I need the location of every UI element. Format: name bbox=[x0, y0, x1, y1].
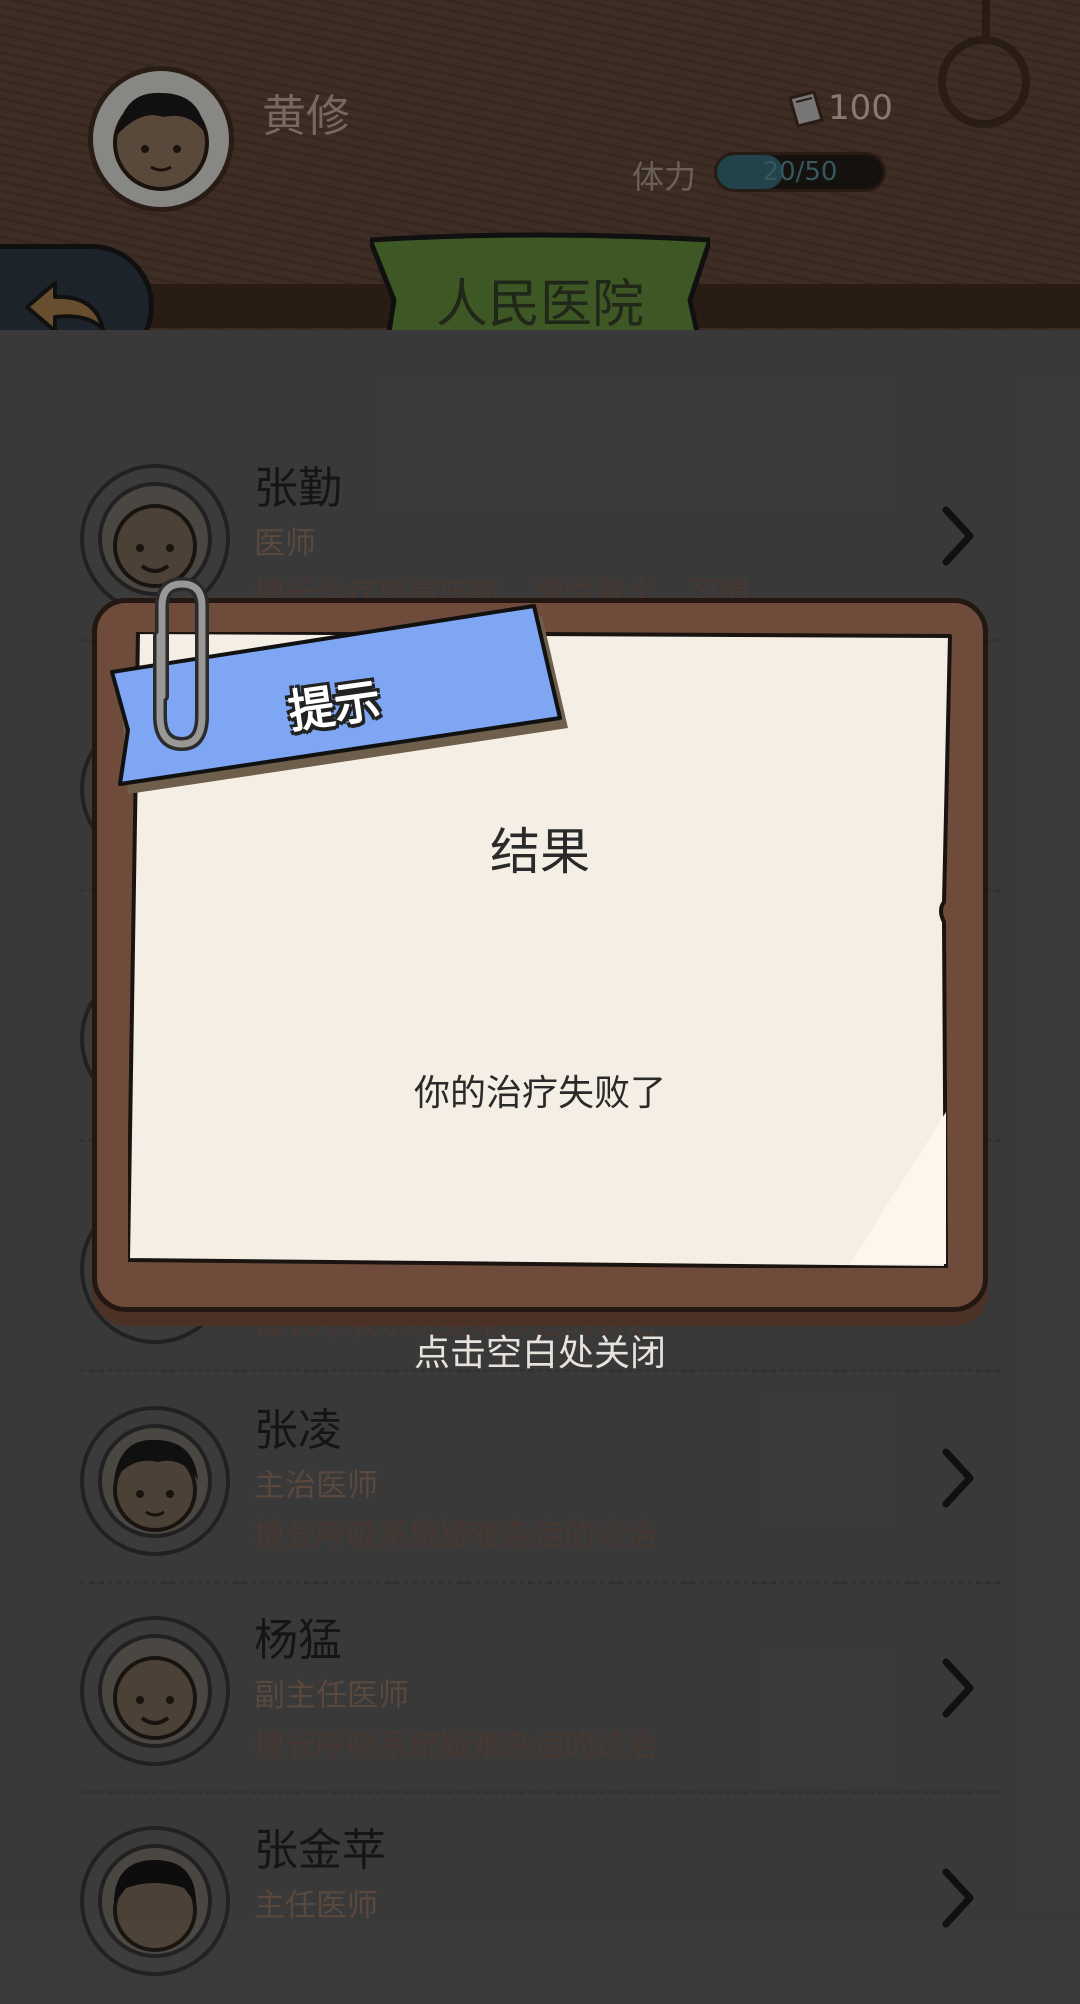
dialog-tab-label: 提示 bbox=[285, 672, 384, 740]
dialog-message: 你的治疗失败了 bbox=[413, 1073, 666, 1114]
paperclip-icon bbox=[153, 576, 209, 752]
dialog-title: 结果 bbox=[490, 823, 590, 881]
close-hint[interactable]: 点击空白处关闭 bbox=[330, 1324, 750, 1376]
